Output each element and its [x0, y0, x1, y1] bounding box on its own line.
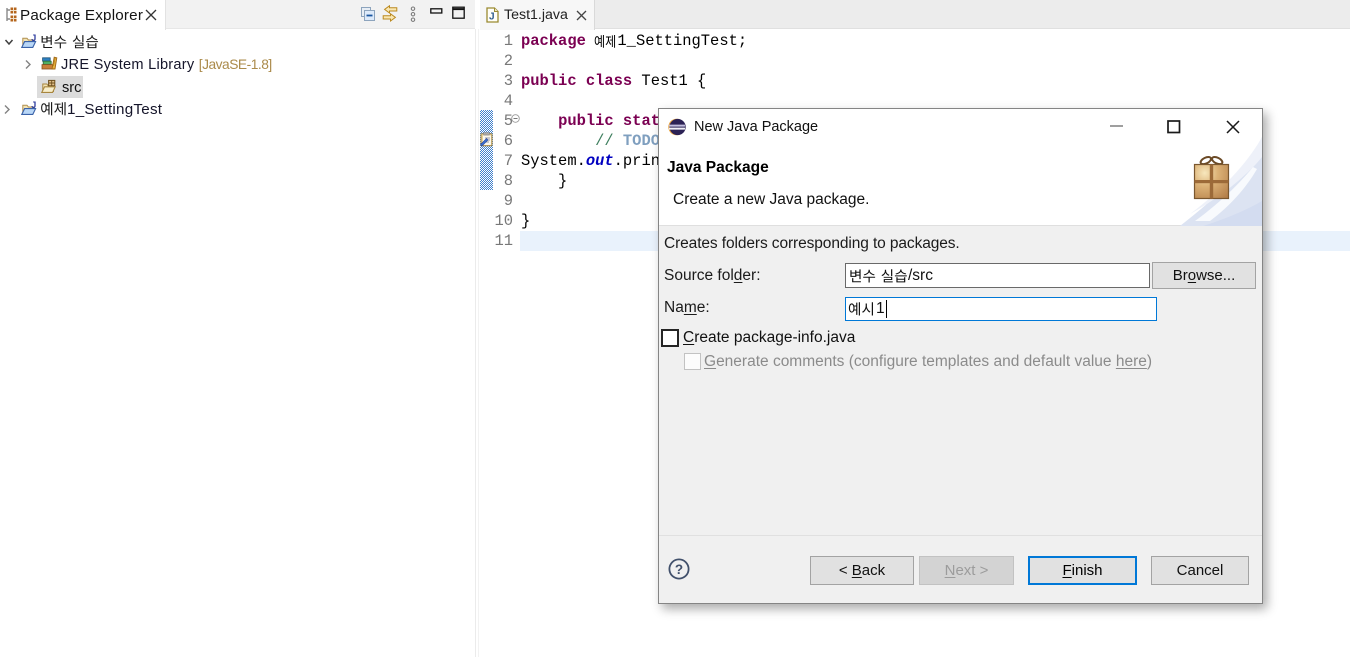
- svg-text:?: ?: [675, 562, 683, 577]
- svg-text:J: J: [489, 12, 495, 23]
